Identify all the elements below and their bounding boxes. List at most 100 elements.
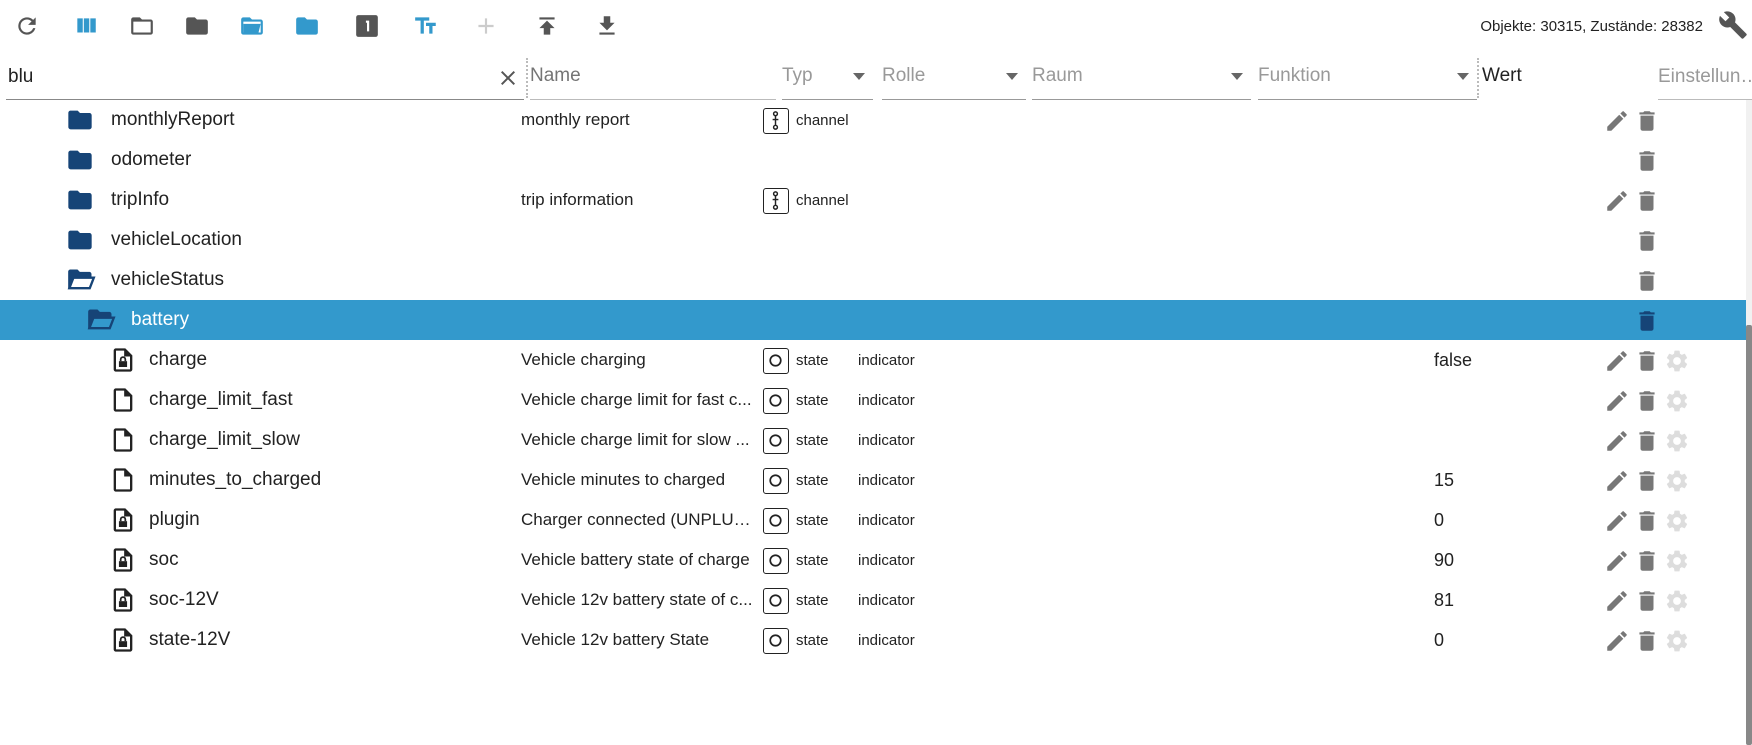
table-row[interactable]: battery [0,300,1746,340]
edit-icon[interactable] [1604,588,1630,614]
table-row[interactable]: state-12V Vehicle 12v battery State state i… [0,620,1746,660]
folder-blue-icon[interactable] [289,8,325,44]
number-one-icon[interactable] [349,8,385,44]
delete-icon[interactable] [1634,508,1660,534]
edit-icon[interactable] [1604,508,1630,534]
table-row[interactable]: charge_limit_fast Vehicle charge limit fo… [0,380,1746,420]
object-name: Charger connected (UNPLUG... [521,510,757,529]
table-row[interactable]: charge_limit_slow Vehicle charge limit fo… [0,420,1746,460]
edit-icon[interactable] [1604,468,1630,494]
gear-icon[interactable] [1664,428,1690,454]
object-type: channel [796,112,849,129]
search-input[interactable] [8,62,478,92]
table-row[interactable]: vehicleLocation [0,220,1746,260]
gear-icon[interactable] [1664,628,1690,654]
channel-type-icon [763,188,789,214]
object-name: Vehicle minutes to charged [521,470,726,489]
scrollbar-thumb[interactable] [1746,325,1752,745]
edit-icon[interactable] [1604,388,1630,414]
delete-icon[interactable] [1634,628,1660,654]
delete-icon[interactable] [1634,188,1660,214]
folder-icon[interactable] [65,146,95,174]
gear-icon[interactable] [1664,348,1690,374]
table-row[interactable]: soc-12V Vehicle 12v battery state of c...… [0,580,1746,620]
edit-icon[interactable] [1604,428,1630,454]
object-role: indicator [858,432,915,449]
object-value[interactable]: 0 [1434,630,1444,651]
delete-icon[interactable] [1634,428,1660,454]
file-lock-icon [108,626,138,654]
chevron-down-icon [1006,73,1018,80]
delete-icon[interactable] [1634,308,1660,334]
delete-icon[interactable] [1634,228,1660,254]
folder-open-icon[interactable] [124,8,160,44]
rolle-select[interactable]: Rolle [882,56,1026,100]
table-row[interactable]: charge Vehicle charging state indicator fals… [0,340,1746,380]
file-lock-icon [108,546,138,574]
table-row[interactable]: vehicleStatus [0,260,1746,300]
object-value[interactable]: 81 [1434,590,1454,611]
chevron-down-icon [853,73,865,80]
search-field[interactable] [6,56,524,100]
clear-icon[interactable] [496,66,520,90]
wrench-icon[interactable] [1716,8,1750,42]
upload-icon[interactable] [529,8,565,44]
table-row[interactable]: plugin Charger connected (UNPLUG... state i… [0,500,1746,540]
funktion-select[interactable]: Funktion [1258,56,1477,100]
column-resizer[interactable] [1477,58,1479,98]
folder-icon[interactable] [179,8,215,44]
folder-open-icon[interactable] [85,306,116,334]
delete-icon[interactable] [1634,268,1660,294]
gear-icon[interactable] [1664,548,1690,574]
delete-icon[interactable] [1634,348,1660,374]
download-icon[interactable] [589,8,625,44]
object-value[interactable]: 15 [1434,470,1454,491]
table-row[interactable]: odometer [0,140,1746,180]
table-row[interactable]: soc Vehicle battery state of charge state i… [0,540,1746,580]
folder-icon[interactable] [65,186,95,214]
scrollbar[interactable] [1746,100,1752,745]
refresh-icon[interactable] [9,8,45,44]
delete-icon[interactable] [1634,468,1660,494]
table-row[interactable]: minutes_to_charged Vehicle minutes to cha… [0,460,1746,500]
folder-open-blue-icon[interactable] [234,8,270,44]
delete-icon[interactable] [1634,108,1660,134]
gear-icon[interactable] [1664,468,1690,494]
object-type: state [796,392,829,409]
edit-icon[interactable] [1604,108,1630,134]
gear-icon[interactable] [1664,508,1690,534]
delete-icon[interactable] [1634,148,1660,174]
object-value[interactable]: false [1434,350,1472,371]
columns-icon[interactable] [68,8,104,44]
edit-icon[interactable] [1604,548,1630,574]
gear-icon[interactable] [1664,388,1690,414]
folder-icon[interactable] [65,106,95,134]
object-role: indicator [858,392,915,409]
object-id: tripInfo [111,189,170,210]
add-icon[interactable] [468,8,504,44]
folder-open-icon[interactable] [65,266,96,294]
raum-select[interactable]: Raum [1032,56,1251,100]
column-resizer[interactable] [526,58,528,98]
delete-icon[interactable] [1634,388,1660,414]
object-value[interactable]: 90 [1434,550,1454,571]
name-filter[interactable] [530,56,776,100]
typ-select[interactable]: Typ [782,56,873,100]
edit-icon[interactable] [1604,188,1630,214]
text-size-icon[interactable] [408,8,444,44]
delete-icon[interactable] [1634,548,1660,574]
object-value[interactable]: 0 [1434,510,1444,531]
funktion-label: Funktion [1258,65,1331,86]
state-type-icon [763,348,789,374]
einstellungen-header: Einstellun… [1658,66,1752,100]
delete-icon[interactable] [1634,588,1660,614]
table-row[interactable]: tripInfo trip information channel [0,180,1746,220]
table-row[interactable]: monthlyReport monthly report channel [0,100,1746,140]
edit-icon[interactable] [1604,628,1630,654]
name-filter-input[interactable] [530,56,776,96]
state-type-icon [763,548,789,574]
edit-icon[interactable] [1604,348,1630,374]
toolbar: Objekte: 30315, Zustände: 28382 [0,0,1752,52]
folder-icon[interactable] [65,226,95,254]
gear-icon[interactable] [1664,588,1690,614]
